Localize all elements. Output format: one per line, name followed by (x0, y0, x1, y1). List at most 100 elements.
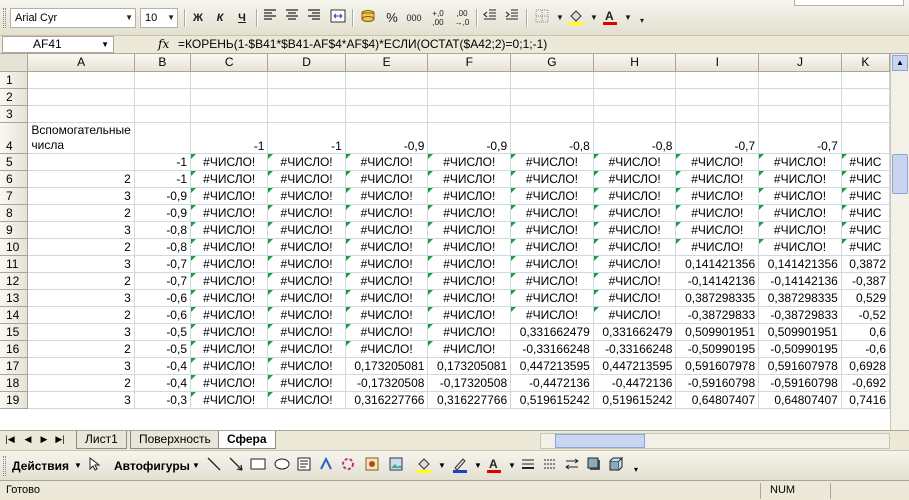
cell[interactable]: #ЧИСЛО! (510, 221, 594, 239)
cell[interactable]: #ЧИСЛО! (593, 306, 677, 324)
cell[interactable]: 2 (27, 340, 135, 358)
row-header[interactable]: 9 (0, 221, 29, 239)
cell[interactable]: #ЧИСЛО! (758, 204, 842, 222)
column-header-i[interactable]: I (675, 54, 760, 72)
cell[interactable]: #ЧИСЛО! (267, 272, 346, 290)
row-header[interactable]: 16 (0, 340, 29, 358)
cell[interactable] (510, 88, 594, 106)
cell[interactable]: -0,38729833 (758, 306, 842, 324)
cell[interactable]: #ЧИСЛО! (190, 187, 269, 205)
cell[interactable]: #ЧИСЛО! (593, 289, 677, 307)
cell[interactable]: #ЧИСЛО! (427, 204, 512, 222)
rectangle-tool-icon[interactable] (248, 457, 268, 475)
cell[interactable]: #ЧИСЛО! (345, 306, 429, 324)
align-right-icon[interactable] (304, 9, 324, 27)
cell[interactable]: 0,591607978 (758, 357, 842, 375)
cell[interactable]: #ЧИСЛО! (267, 340, 346, 358)
cell[interactable]: -0,59160798 (675, 374, 760, 392)
cell[interactable]: -0,4 (134, 374, 192, 392)
tab-sheet1[interactable]: Лист1 (76, 431, 127, 449)
line-color-icon[interactable] (450, 457, 470, 475)
cell[interactable]: 0,331662479 (510, 323, 594, 341)
spreadsheet-grid[interactable]: A B C D E F G H I J K 1 2 3 4 Вспомогательные числа -1 -1… (0, 54, 890, 430)
row-header[interactable]: 4 (0, 122, 29, 154)
vertical-scrollbar[interactable]: ▲ (890, 54, 909, 430)
cell[interactable]: -0,387 (841, 272, 890, 290)
cell[interactable] (675, 88, 760, 106)
textbox-tool-icon[interactable] (294, 457, 314, 475)
row-header[interactable]: 10 (0, 238, 29, 256)
cell[interactable]: #ЧИСЛО! (510, 170, 594, 188)
cell[interactable]: 0,387298335 (675, 289, 760, 307)
column-header-a[interactable]: A (27, 54, 135, 72)
cell[interactable]: #ЧИСЛО! (190, 204, 269, 222)
cell[interactable]: #ЧИСЛО! (510, 255, 594, 273)
decrease-decimal-icon[interactable]: ,00 →,0 (452, 9, 472, 27)
cell[interactable]: #ЧИСЛО! (675, 187, 760, 205)
cell[interactable]: -0,14142136 (675, 272, 760, 290)
shadow-style-icon[interactable] (584, 457, 604, 475)
cell[interactable] (758, 71, 842, 89)
cell[interactable]: 3 (27, 221, 135, 239)
cell[interactable]: #ЧИСЛО! (510, 187, 594, 205)
cell[interactable]: -0,4 (134, 357, 192, 375)
cell[interactable]: #ЧИСЛО! (345, 187, 429, 205)
cell[interactable]: 2 (27, 374, 135, 392)
cell[interactable]: -1 (134, 153, 192, 171)
cell[interactable]: #ЧИСЛО! (190, 340, 269, 358)
cell[interactable]: #ЧИСЛО! (675, 238, 760, 256)
align-left-icon[interactable] (260, 9, 280, 27)
cell[interactable]: -0,8 (134, 221, 192, 239)
horizontal-scroll-thumb[interactable] (555, 434, 645, 448)
cell[interactable] (345, 105, 429, 123)
formula-input[interactable]: =КОРЕНЬ(1-$B41*$B41-AF$4*AF$4)*ЕСЛИ(ОСТА… (178, 37, 547, 51)
cell[interactable] (27, 153, 135, 171)
cell[interactable] (134, 88, 192, 106)
cell[interactable]: #ЧИСЛО! (345, 340, 429, 358)
tab-surface[interactable]: Поверхность (130, 431, 220, 449)
cell[interactable]: #ЧИС (841, 170, 890, 188)
cell[interactable]: #ЧИСЛО! (427, 272, 512, 290)
cell[interactable]: -0,5 (134, 340, 192, 358)
cell[interactable]: #ЧИСЛО! (593, 170, 677, 188)
merge-center-icon[interactable] (328, 9, 348, 27)
cell[interactable]: -0,50990195 (675, 340, 760, 358)
cell[interactable]: 0,6 (841, 323, 890, 341)
cell-header-h[interactable]: -0,8 (593, 122, 677, 154)
cell[interactable]: #ЧИСЛО! (190, 238, 269, 256)
clipart-icon[interactable] (362, 457, 382, 475)
select-objects-icon[interactable] (84, 456, 104, 475)
cell[interactable]: 0,591607978 (675, 357, 760, 375)
increase-decimal-icon[interactable]: +,0,00 (428, 9, 448, 27)
oval-tool-icon[interactable] (272, 457, 292, 475)
italic-button[interactable]: К (210, 9, 230, 27)
cell[interactable]: #ЧИСЛО! (190, 255, 269, 273)
horizontal-scrollbar[interactable] (540, 433, 890, 449)
cell[interactable]: #ЧИСЛО! (510, 306, 594, 324)
cell[interactable]: #ЧИСЛО! (427, 306, 512, 324)
row-header[interactable]: 13 (0, 289, 29, 307)
cell-header-e[interactable]: -0,9 (345, 122, 429, 154)
cell[interactable] (267, 71, 346, 89)
chevron-down-icon[interactable]: ▼ (432, 457, 452, 475)
cell[interactable]: 0,3872 (841, 255, 890, 273)
column-header-c[interactable]: C (190, 54, 269, 72)
cell[interactable]: 2 (27, 170, 135, 188)
toolbar-options-icon[interactable]: ▾ (626, 461, 646, 479)
cell[interactable]: 0,141421356 (675, 255, 760, 273)
cell[interactable] (190, 88, 269, 106)
cell[interactable]: 0,173205081 (345, 357, 429, 375)
tab-sphere[interactable]: Сфера (218, 431, 276, 449)
font-color-icon[interactable]: A (484, 457, 504, 475)
cell[interactable]: #ЧИСЛО! (593, 255, 677, 273)
cell[interactable] (27, 71, 135, 89)
name-box[interactable]: AF41 ▼ (2, 36, 114, 53)
cell[interactable]: 0,64807407 (758, 391, 842, 409)
decrease-indent-icon[interactable] (480, 9, 500, 27)
column-header-d[interactable]: D (267, 54, 346, 72)
cell-header-k[interactable] (841, 122, 890, 154)
cell[interactable]: #ЧИСЛО! (675, 221, 760, 239)
cell[interactable]: #ЧИСЛО! (267, 221, 346, 239)
cell[interactable]: #ЧИСЛО! (427, 340, 512, 358)
autoshapes-menu[interactable]: Автофигуры (114, 459, 190, 473)
